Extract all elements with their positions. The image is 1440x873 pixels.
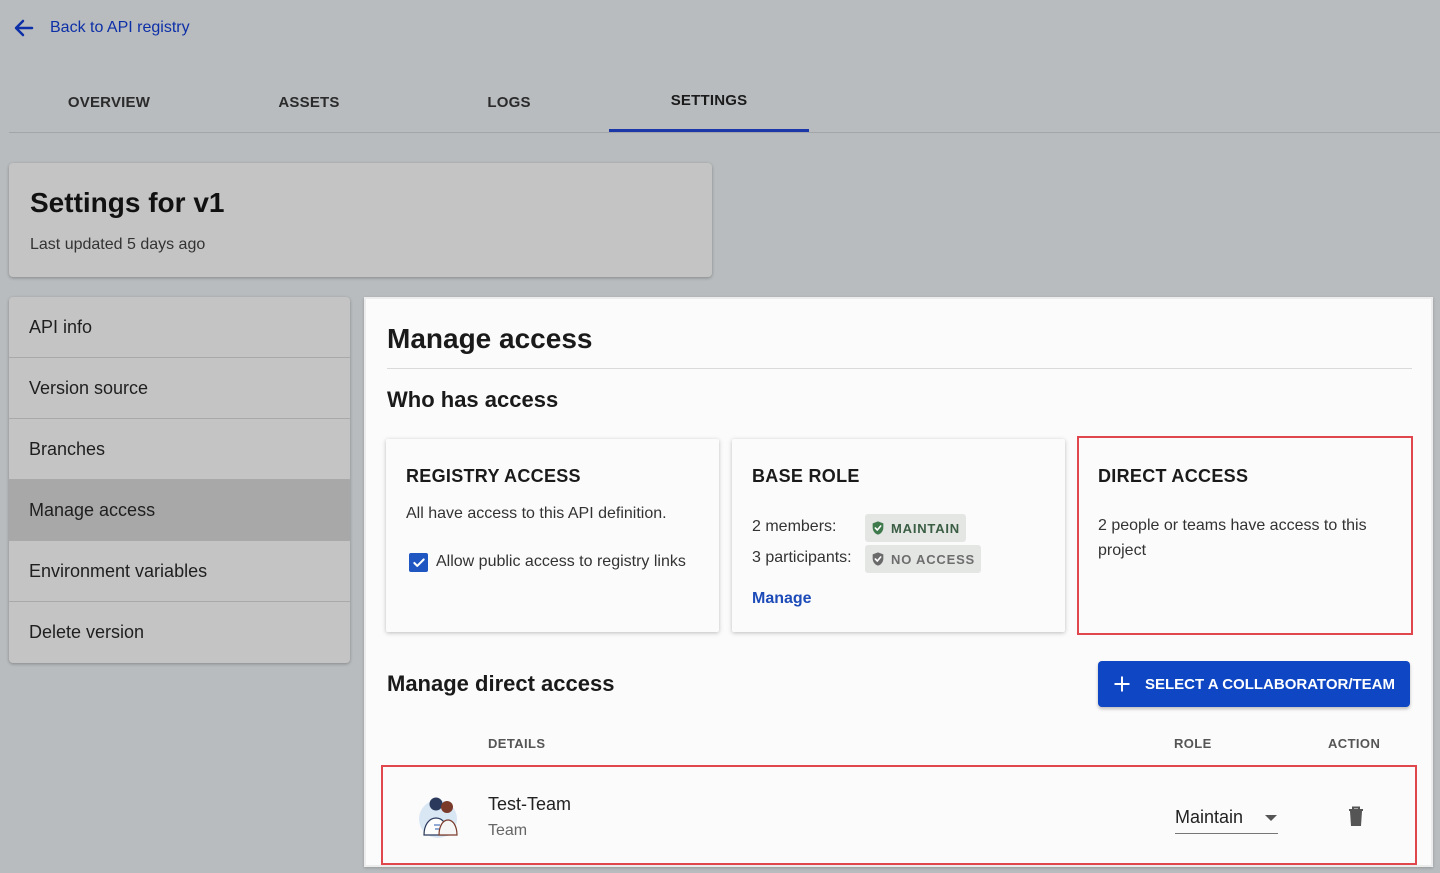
manage-access-panel: Manage access Who has access REGISTRY AC… (364, 297, 1433, 867)
sidebar-item-environment-variables[interactable]: Environment variables (9, 541, 350, 602)
sidebar-item-api-info[interactable]: API info (9, 297, 350, 358)
shield-check-icon (872, 521, 884, 535)
base-role-card: BASE ROLE 2 members: MAINTAIN 3 particip… (732, 439, 1065, 632)
manage-base-role-link[interactable]: Manage (752, 590, 812, 608)
team-row-highlight-box (381, 765, 1417, 865)
tab-overview[interactable]: OVERVIEW (9, 72, 209, 132)
registry-access-card: REGISTRY ACCESS All have access to this … (386, 439, 719, 632)
back-to-registry-link[interactable]: Back to API registry (12, 14, 190, 42)
title-divider (387, 368, 1412, 369)
details-column-header: DETAILS (488, 736, 546, 751)
public-access-checkbox[interactable] (409, 553, 428, 572)
action-column-header: ACTION (1328, 736, 1381, 751)
registry-access-title: REGISTRY ACCESS (406, 466, 581, 486)
arrow-left-icon (14, 19, 34, 37)
sidebar-item-branches[interactable]: Branches (9, 419, 350, 480)
sidebar-item-manage-access[interactable]: Manage access (9, 480, 350, 541)
check-icon (412, 557, 425, 567)
tab-assets[interactable]: ASSETS (209, 72, 409, 132)
maintain-chip-label: MAINTAIN (891, 520, 960, 536)
participants-label: 3 participants: (752, 549, 852, 566)
tab-logs[interactable]: LOGS (409, 72, 609, 132)
back-link-label: Back to API registry (50, 19, 190, 36)
select-collaborator-label: SELECT A COLLABORATOR/TEAM (1145, 675, 1395, 693)
sidebar-item-version-source[interactable]: Version source (9, 358, 350, 419)
last-updated-text: Last updated 5 days ago (30, 236, 206, 253)
settings-header-card: Settings for v1 Last updated 5 days ago (9, 163, 712, 277)
select-collaborator-button[interactable]: SELECT A COLLABORATOR/TEAM (1098, 661, 1410, 707)
panel-title: Manage access (387, 323, 593, 354)
registry-access-description: All have access to this API definition. (406, 505, 667, 522)
plus-icon (1114, 676, 1130, 692)
base-role-title: BASE ROLE (752, 466, 860, 486)
shield-check-icon (872, 552, 884, 566)
settings-sidebar: API info Version source Branches Manage … (9, 297, 350, 663)
tab-settings[interactable]: SETTINGS (609, 72, 809, 132)
members-label: 2 members: (752, 518, 837, 535)
maintain-role-chip: MAINTAIN (865, 514, 966, 542)
public-access-label[interactable]: Allow public access to registry links (436, 549, 686, 574)
sidebar-item-delete-version[interactable]: Delete version (9, 602, 350, 663)
manage-direct-access-heading: Manage direct access (387, 671, 615, 696)
page-title: Settings for v1 (30, 187, 225, 218)
no-access-chip-label: NO ACCESS (891, 551, 976, 567)
tab-bar: OVERVIEW ASSETS LOGS SETTINGS (9, 72, 1440, 133)
role-column-header: ROLE (1174, 736, 1212, 751)
no-access-role-chip: NO ACCESS (865, 545, 982, 573)
direct-access-highlight-box (1077, 436, 1413, 635)
who-has-access-heading: Who has access (387, 387, 559, 412)
